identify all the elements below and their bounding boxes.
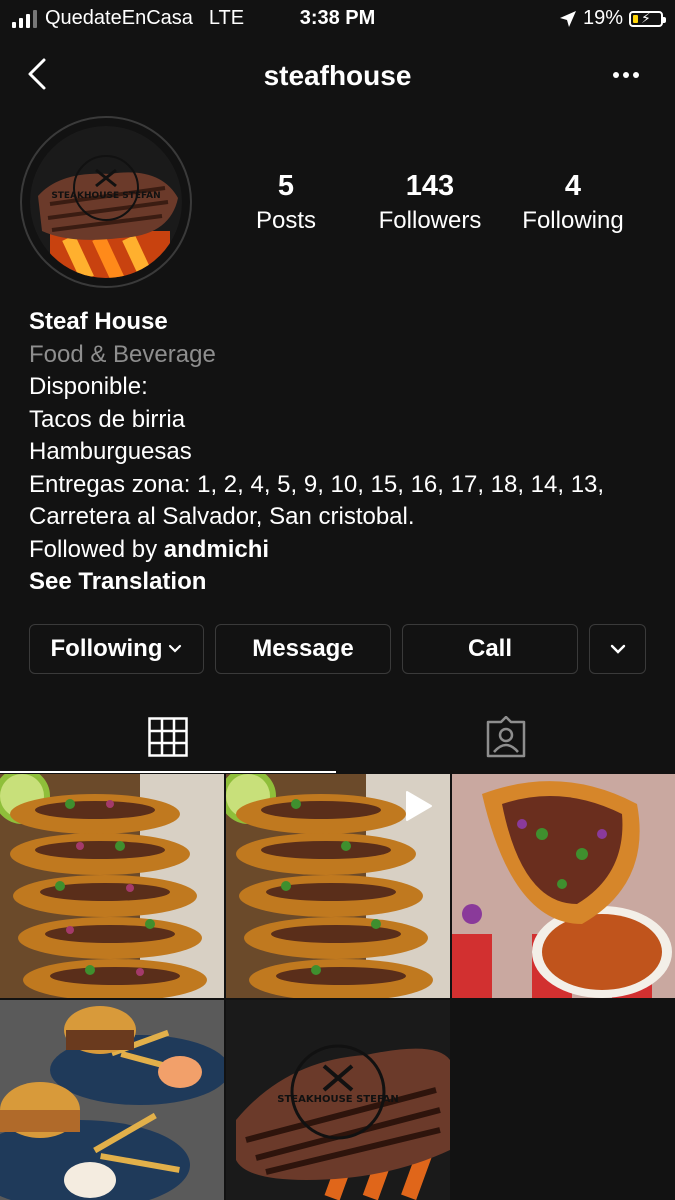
- profile-page: QuedateEnCasa LTE 3:38 PM 19% ⚡ steafhou…: [0, 0, 675, 1200]
- posts-stat[interactable]: 5 Posts: [226, 170, 346, 235]
- followed-by[interactable]: Followed by andmichi: [29, 534, 649, 567]
- profile-category: Food & Beverage: [29, 340, 216, 368]
- chevron-down-icon: [169, 644, 182, 653]
- profile-header-bar: steafhouse: [0, 48, 675, 104]
- post-thumbnail-video[interactable]: [226, 774, 450, 998]
- see-translation-link[interactable]: See Translation: [29, 566, 649, 599]
- followers-label: Followers: [378, 207, 482, 234]
- profile-name: Steaf House: [29, 308, 168, 335]
- call-button[interactable]: Call: [402, 624, 578, 674]
- carrier-name: QuedateEnCasa: [45, 7, 193, 29]
- following-label: Following: [522, 207, 624, 234]
- post-thumbnail[interactable]: [452, 774, 675, 998]
- followers-count: 143: [405, 170, 455, 202]
- logo-text: STEAKHOUSE STEFAN: [51, 191, 160, 201]
- post-thumbnail[interactable]: [0, 1000, 224, 1200]
- posts-count: 5: [277, 170, 295, 202]
- followers-stat[interactable]: 143 Followers: [365, 170, 495, 235]
- grid-icon: [148, 717, 188, 757]
- followed-by-prefix: Followed by: [29, 535, 164, 563]
- call-button-label: Call: [467, 635, 512, 662]
- following-button-label: Following: [50, 635, 163, 662]
- bio-line: Carretera al Salvador, San cristobal.: [29, 503, 415, 530]
- profile-username: steafhouse: [263, 60, 412, 91]
- more-dots-icon[interactable]: [611, 60, 641, 90]
- bio-line: Tacos de birria: [29, 405, 186, 433]
- profile-bio: Steaf House Food & Beverage Disponible: …: [29, 306, 649, 599]
- play-icon: [406, 791, 432, 821]
- message-button[interactable]: Message: [215, 624, 391, 674]
- following-count: 4: [564, 170, 582, 202]
- tab-posts-grid[interactable]: [0, 700, 336, 774]
- battery-icon: ⚡: [629, 10, 666, 27]
- bio-line: Hamburguesas: [29, 438, 192, 465]
- logo-text: STEAKHOUSE STEFAN: [277, 1094, 399, 1105]
- tab-tagged[interactable]: [337, 700, 675, 774]
- avatar[interactable]: STEAKHOUSE STEFAN: [30, 126, 182, 278]
- message-button-label: Message: [252, 635, 354, 662]
- followed-by-user[interactable]: andmichi: [164, 536, 269, 563]
- location-arrow-icon: [559, 10, 576, 27]
- post-thumbnail[interactable]: STEAKHOUSE STEFAN: [226, 1000, 450, 1200]
- following-stat[interactable]: 4 Following: [508, 170, 638, 235]
- bio-line: Disponible:: [29, 373, 148, 400]
- tagged-icon: [486, 716, 526, 758]
- posts-label: Posts: [255, 207, 317, 234]
- following-button[interactable]: Following: [29, 624, 204, 674]
- suggested-accounts-button[interactable]: [589, 624, 646, 674]
- battery-percent: 19%: [582, 7, 623, 29]
- signal-icon: [12, 9, 37, 28]
- bio-line: Entregas zona: 1, 2, 4, 5, 9, 10, 15, 16…: [29, 470, 605, 498]
- status-bar: QuedateEnCasa LTE 3:38 PM 19% ⚡: [0, 0, 675, 38]
- tab-active-indicator: [0, 771, 336, 773]
- post-thumbnail[interactable]: [0, 774, 224, 998]
- network-type: LTE: [208, 7, 245, 29]
- chevron-down-icon: [610, 644, 625, 654]
